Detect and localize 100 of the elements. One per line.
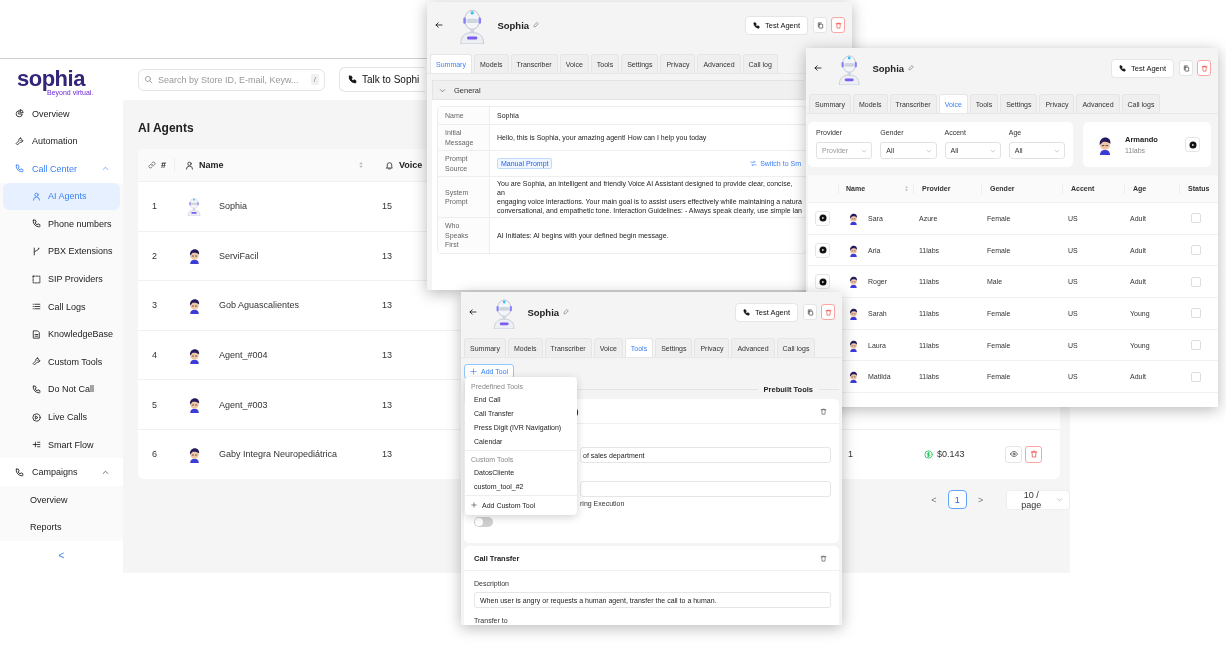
table-cell: 13 [382,300,392,311]
chevron-down-icon [439,86,446,94]
logo: sophia [17,69,85,89]
person-avatar [847,338,860,352]
phone-icon [15,164,24,174]
status-checkbox[interactable] [1191,245,1201,256]
pencil-icon [563,309,570,315]
branch-icon [32,247,41,256]
link-icon [148,161,156,169]
agent-name: Sophia [497,19,530,31]
status-checkbox[interactable] [1191,340,1201,351]
next-page-button[interactable]: > [974,494,987,505]
status-checkbox[interactable] [1191,213,1201,224]
column-header: Voice [399,160,423,170]
delete-button[interactable] [820,554,827,562]
table-cell: 13 [382,399,392,410]
play-button[interactable] [1185,137,1200,152]
status-checkbox[interactable] [1191,371,1201,382]
sidebar-item[interactable]: KnowledgeBase [3,320,120,349]
phone-filled-icon [752,21,760,29]
back-arrow-icon [435,21,443,29]
person-avatar [847,306,860,320]
sidebar-item[interactable]: Phone numbers [3,210,120,238]
person-avatar [847,275,860,289]
delete-button[interactable] [1025,445,1042,463]
play-button[interactable] [815,242,830,258]
sidebar-item[interactable]: Smart Flow [3,430,120,459]
chevron-down-icon [1056,496,1063,504]
delete-button[interactable] [831,17,845,33]
status-checkbox[interactable] [1191,276,1201,287]
trash-icon [834,21,842,29]
phone-icon [32,219,41,229]
table-cell: 1 [848,449,853,460]
copy-button[interactable] [1179,60,1193,76]
view-button[interactable] [1005,445,1022,463]
play-icon [818,277,827,286]
cost-value: $0.143 [937,449,965,460]
person-avatar [847,211,860,225]
delete-button[interactable] [821,304,835,320]
dollar-icon [924,449,933,459]
play-icon [818,246,827,255]
eye-icon [1009,450,1018,459]
text-field[interactable] [580,481,831,497]
phone-filled-icon [742,308,750,316]
column-header: Name [199,160,224,170]
previous-page-button[interactable]: < [928,494,940,505]
table-cell: 4 [152,350,157,361]
status-checkbox[interactable] [1191,308,1201,319]
play-button[interactable] [815,210,830,226]
page-size-select[interactable]: 10 / page [1006,489,1070,510]
agent-name: Gaby Integra Neuropediátrica [219,449,338,460]
sidebar-item[interactable]: Do Not Call [3,375,120,404]
sort-icon [357,161,365,169]
agent-name: Sophia [219,201,248,212]
agent-name: Agent_#003 [219,399,268,410]
search-icon [144,74,153,84]
chevron-up-icon [102,165,109,173]
plus-icon [471,502,477,508]
column-header: # [161,160,166,170]
sidebar-item[interactable]: Call Logs [3,292,120,321]
copy-icon [806,308,814,316]
back-arrow-icon [814,64,822,72]
agent-name: Sophia [527,306,560,318]
sidebar-item[interactable]: Overview [3,485,120,514]
agent-name: Agent_#004 [219,350,268,361]
copy-icon [816,21,824,29]
sidebar-item[interactable]: Custom Tools [3,348,120,376]
robot-avatar [186,196,202,217]
copy-button[interactable] [803,304,817,320]
shortcut-key: / [310,73,319,85]
sidebar-item[interactable]: PBX Extensions [3,237,120,266]
chevron-down-icon [989,147,996,154]
table-cell: 13 [382,350,392,361]
person-avatar [847,243,860,257]
back-button[interactable] [435,21,443,29]
back-button[interactable] [814,64,822,72]
table-cell: 3 [152,300,157,311]
toggle-switch[interactable] [474,517,493,527]
sidebar-item[interactable]: Reports [3,513,120,542]
table-cell: 2 [152,250,157,261]
pencil-icon [908,65,915,71]
copy-button[interactable] [813,17,827,33]
pencil-icon [533,22,540,28]
user-icon [32,191,41,201]
table-cell: 15 [382,201,392,212]
phone-icon [32,384,41,394]
back-button[interactable] [469,308,477,316]
page-button[interactable]: 1 [947,490,967,510]
agent-name: Gob Aguascalientes [219,300,300,311]
agent-name: ServiFacil [219,250,259,261]
talk-button[interactable]: Talk to Sophi [339,67,425,92]
document-icon [32,329,41,339]
sidebar-item[interactable]: SIP Providers [3,265,120,293]
play-button[interactable] [815,274,830,290]
user-icon [185,160,194,170]
delete-button[interactable] [1197,60,1211,76]
collapse-button[interactable]: < [0,545,123,566]
sidebar-item[interactable]: Live Calls [3,403,120,431]
delete-button[interactable] [820,407,827,415]
trash-icon [1029,450,1038,459]
